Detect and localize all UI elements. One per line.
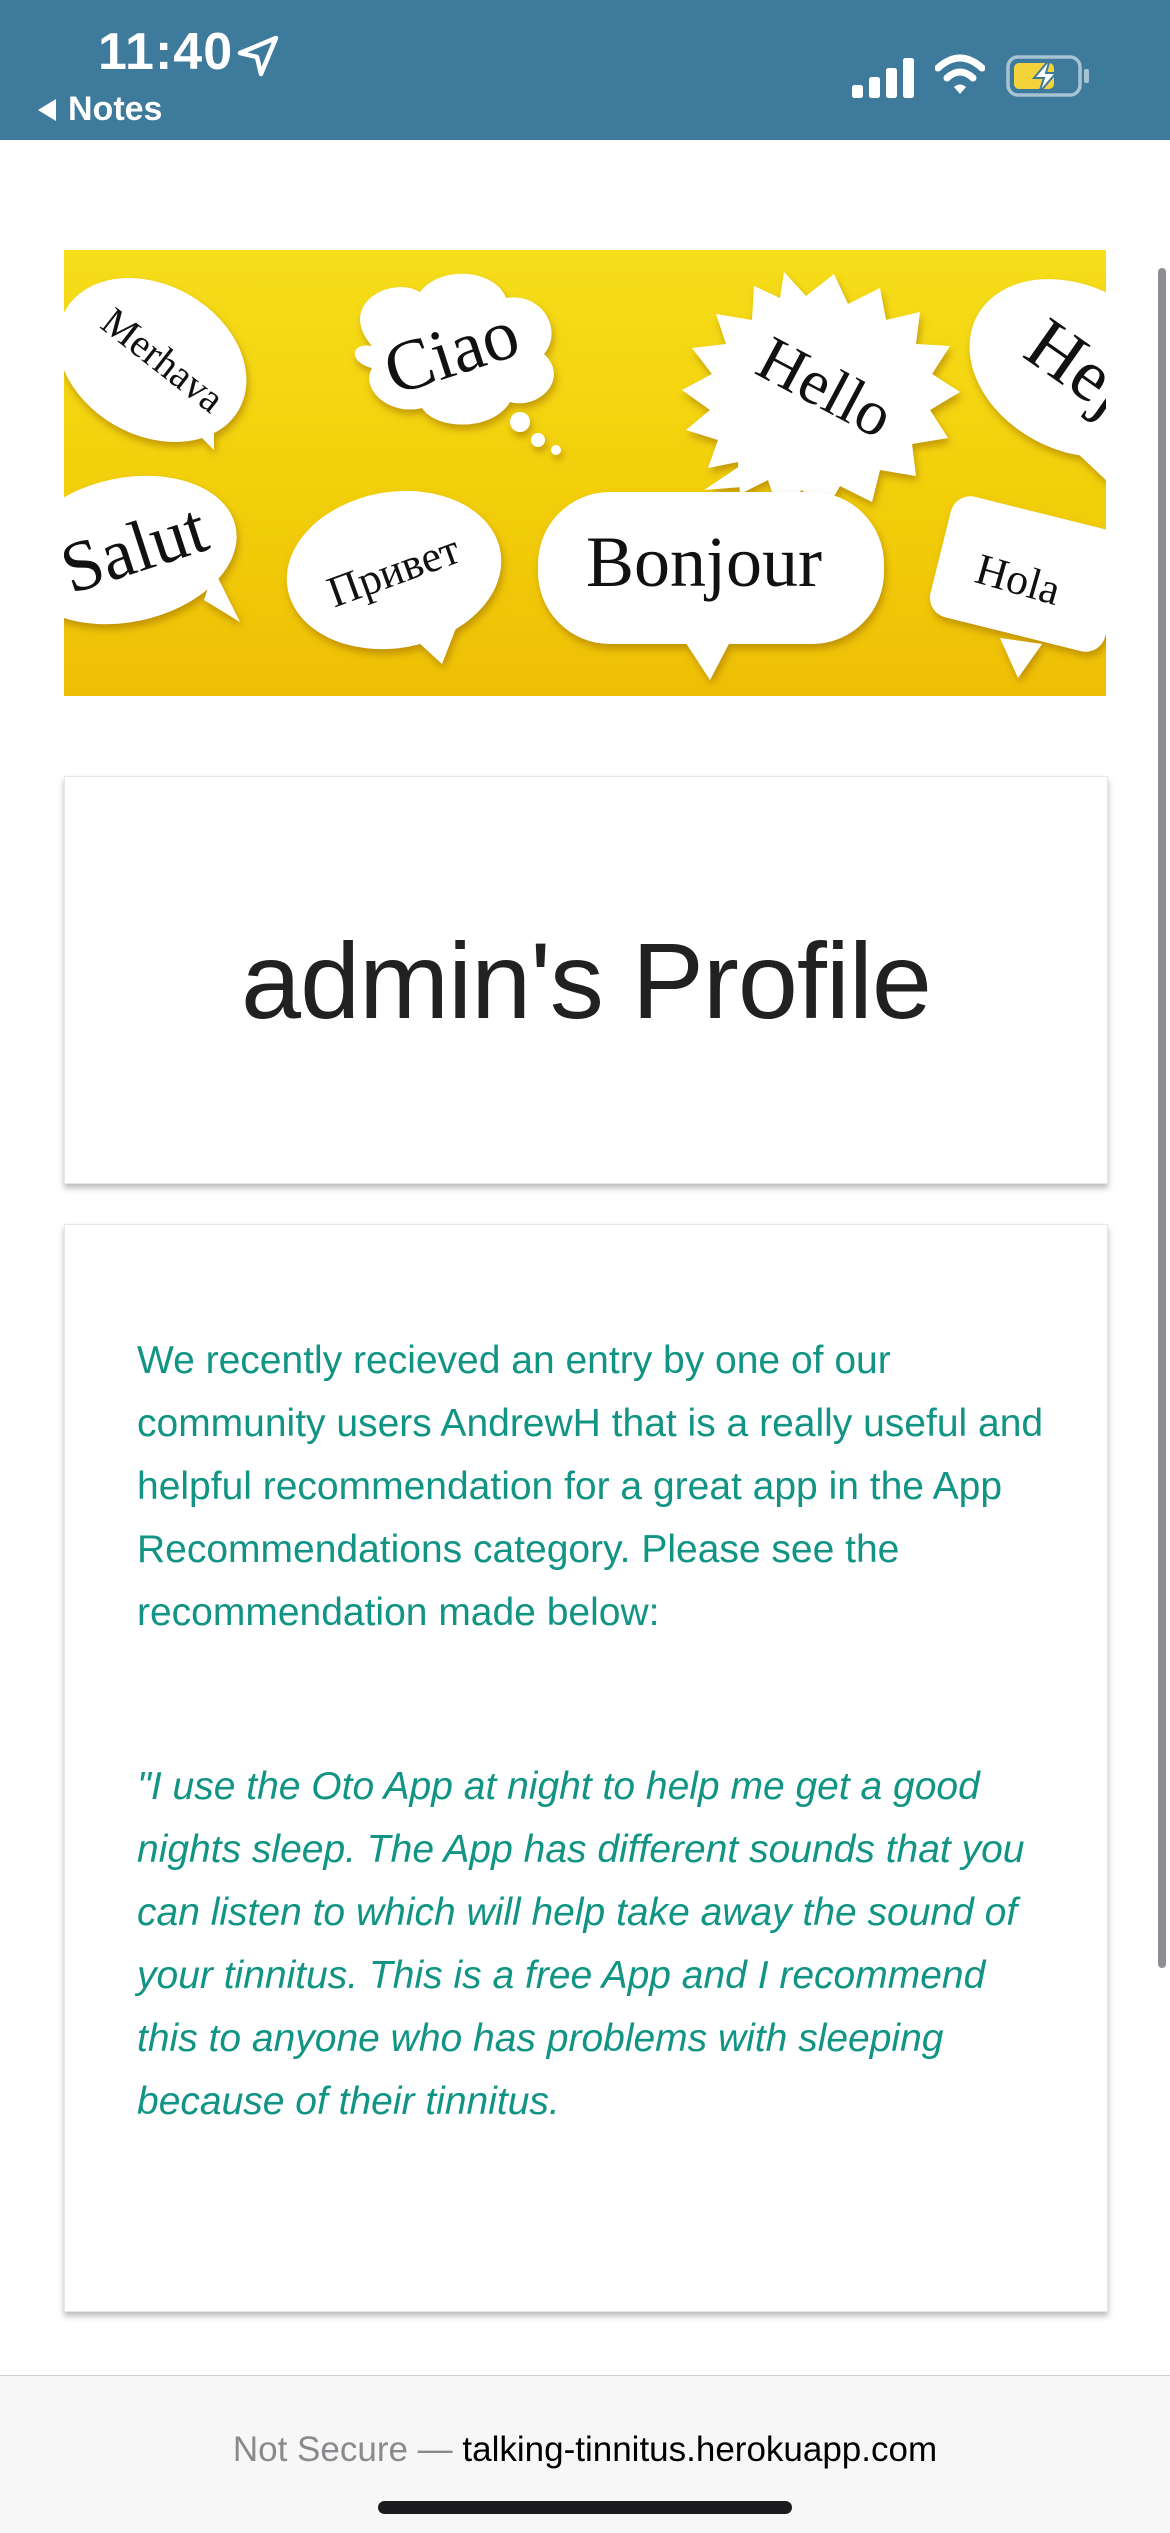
- status-bar: 11:40 Notes: [0, 0, 1170, 140]
- home-indicator[interactable]: [378, 2501, 792, 2514]
- bubble-bonjour: Bonjour: [538, 492, 884, 680]
- cellular-signal-icon: [852, 58, 914, 98]
- bubble-hello: Hello: [682, 272, 960, 514]
- security-status-label: Not Secure —: [232, 2430, 453, 2469]
- location-arrow-icon: [236, 34, 280, 78]
- vertical-scrollbar[interactable]: [1158, 268, 1166, 1968]
- back-label: Notes: [68, 90, 163, 128]
- entry-card: We recently recieved an entry by one of …: [64, 1224, 1108, 2312]
- back-triangle-icon: [38, 98, 56, 121]
- bubble-bonjour-text: Bonjour: [586, 522, 822, 602]
- bubble-merhava: Merhava: [64, 278, 247, 450]
- wifi-icon: [934, 52, 986, 98]
- address-field[interactable]: Not Secure — talking-tinnitus.herokuapp.…: [0, 2430, 1170, 2470]
- bubble-salut: Salut: [64, 475, 240, 625]
- browser-url-bar[interactable]: Not Secure — talking-tinnitus.herokuapp.…: [0, 2375, 1170, 2533]
- entry-intro-text: We recently recieved an entry by one of …: [137, 1339, 1044, 1634]
- page-content[interactable]: Merhava Ciao Hello Hej Salut Привет Bonj…: [0, 140, 1170, 2375]
- entry-quote-text: "I use the Oto App at night to help me g…: [137, 1765, 1025, 2123]
- back-to-notes-button[interactable]: Notes: [38, 90, 162, 129]
- bubble-hola: Hola: [929, 496, 1106, 678]
- bubble-hej: Hej: [969, 279, 1106, 481]
- bubble-privet: Привет: [286, 490, 502, 664]
- status-time: 11:40: [98, 23, 234, 81]
- url-domain[interactable]: talking-tinnitus.herokuapp.com: [462, 2430, 937, 2469]
- page-title: admin's Profile: [241, 919, 932, 1041]
- profile-title-card: admin's Profile: [64, 776, 1108, 1184]
- hero-banner: Merhava Ciao Hello Hej Salut Привет Bonj…: [64, 250, 1106, 696]
- bubble-ciao: Ciao: [354, 273, 561, 455]
- battery-charging-icon: [1006, 54, 1092, 98]
